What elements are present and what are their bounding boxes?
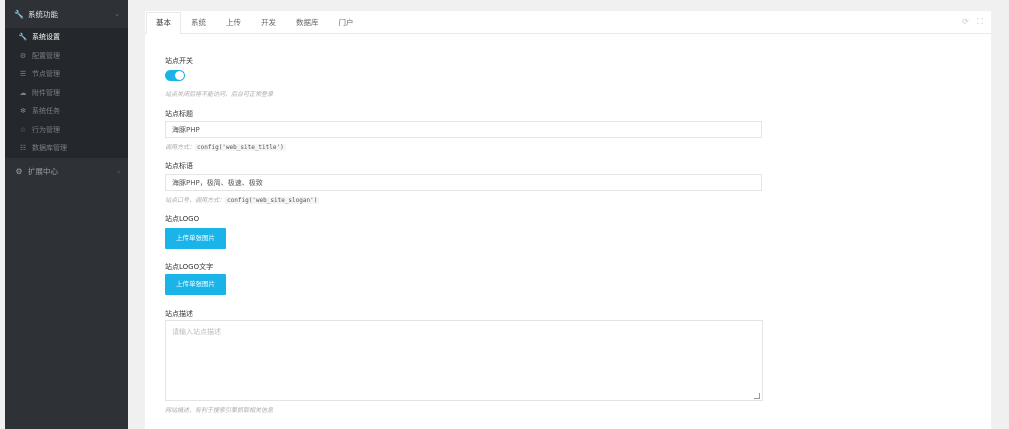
upload-logo-text-button[interactable]: 上传单张图片 <box>165 274 226 295</box>
site-slogan-label: 站点标语 <box>165 162 193 170</box>
refresh-icon[interactable]: ⟳ <box>962 17 969 26</box>
sidebar-item-label: 系统设置 <box>32 33 60 42</box>
wrench-icon: 🔧 <box>18 33 28 42</box>
sidebar-item-label: 系统任务 <box>32 107 60 116</box>
resize-handle[interactable] <box>754 393 760 399</box>
list-icon: ☰ <box>19 70 27 79</box>
upload-logo-button[interactable]: 上传单张图片 <box>165 228 226 249</box>
wrench-icon: 🔧 <box>14 9 24 19</box>
sidebar-item-nodes[interactable]: ☰ 节点管理 <box>5 65 128 84</box>
help-code: config('web_site_title') <box>195 144 286 151</box>
sidebar-item-tasks[interactable]: ✻ 系统任务 <box>5 102 128 121</box>
sidebar-item-label: 附件管理 <box>32 88 60 97</box>
site-title-label: 站点标题 <box>165 110 193 118</box>
tab-portal[interactable]: 门户 <box>329 12 364 33</box>
site-title-input[interactable]: 海豚PHP <box>165 121 762 138</box>
sidebar-item-attachments[interactable]: ☁ 附件管理 <box>5 84 128 103</box>
chevron-left-icon: ‹ <box>117 167 120 176</box>
chevron-down-icon: ⌄ <box>114 10 120 18</box>
help-prefix: 调用方式： <box>165 144 196 151</box>
sidebar-group-extensions[interactable]: ⚙ 扩展中心 ‹ <box>5 158 128 186</box>
site-switch-label: 站点开关 <box>165 57 193 65</box>
site-description-help: 网站描述，有利于搜索引擎抓取相关信息 <box>165 407 274 414</box>
sidebar-item-database[interactable]: ☷ 数据库管理 <box>5 139 128 158</box>
puzzle-icon: ⚙ <box>15 167 23 176</box>
site-title-help: 调用方式： config('web_site_title') <box>165 142 286 151</box>
site-slogan-input[interactable]: 海豚PHP，极简、极速、极致 <box>165 174 762 191</box>
site-switch-toggle[interactable] <box>165 70 185 81</box>
tab-database[interactable]: 数据库 <box>286 12 329 33</box>
tab-system[interactable]: 系统 <box>181 12 216 33</box>
site-switch-help: 站点关闭后将不能访问，后台可正常登录 <box>165 91 274 98</box>
help-code: config('web_site_slogan') <box>225 197 320 204</box>
help-prefix: 站点口号，调用方式： <box>165 197 226 204</box>
site-logo-text-label: 站点LOGO文字 <box>165 263 214 271</box>
sliders-icon: ✻ <box>20 107 26 116</box>
sidebar-item-label: 行为管理 <box>32 125 60 134</box>
tab-upload[interactable]: 上传 <box>216 12 251 33</box>
sidebar-item-actions[interactable]: ☆ 行为管理 <box>5 121 128 140</box>
site-description-label: 站点描述 <box>165 310 193 318</box>
sidebar-item-config[interactable]: ⚙ 配置管理 <box>5 47 128 66</box>
sidebar-item-label: 数据库管理 <box>32 144 67 153</box>
toggle-knob <box>175 71 184 80</box>
textarea-placeholder: 请输入站点描述 <box>172 328 221 336</box>
fullscreen-icon[interactable]: ⛶ <box>977 17 983 26</box>
sidebar-group-label: 扩展中心 <box>28 167 58 176</box>
settings-panel: 基本 系统 上传 开发 数据库 门户 ⟳ ⛶ 站点开关 站点关闭后将不能访问，后… <box>145 11 991 429</box>
sidebar: 🔧 系统功能 ⌄ 🔧 系统设置 ⚙ 配置管理 ☰ 节点管理 ☁ 附件管理 ✻ 系… <box>5 0 128 429</box>
sidebar-group-system[interactable]: 🔧 系统功能 ⌄ <box>5 0 128 28</box>
database-icon: ☷ <box>19 144 27 153</box>
site-logo-label: 站点LOGO <box>165 215 200 223</box>
sidebar-item-label: 节点管理 <box>32 70 60 79</box>
sidebar-item-system-settings[interactable]: 🔧 系统设置 <box>5 28 128 47</box>
site-description-textarea[interactable]: 请输入站点描述 <box>165 320 763 401</box>
sidebar-submenu: 🔧 系统设置 ⚙ 配置管理 ☰ 节点管理 ☁ 附件管理 ✻ 系统任务 ☆ 行为管… <box>5 28 128 158</box>
tab-develop[interactable]: 开发 <box>251 12 286 33</box>
panel-tools: ⟳ ⛶ <box>956 17 983 27</box>
tab-bar: 基本 系统 上传 开发 数据库 门户 ⟳ ⛶ <box>145 11 991 34</box>
star-icon: ☆ <box>19 125 27 134</box>
tab-basic[interactable]: 基本 <box>146 12 181 34</box>
cloud-icon: ☁ <box>19 88 27 97</box>
gear-icon: ⚙ <box>19 51 27 60</box>
sidebar-group-label: 系统功能 <box>28 9 58 19</box>
sidebar-item-label: 配置管理 <box>32 51 60 60</box>
site-slogan-help: 站点口号，调用方式： config('web_site_slogan') <box>165 195 320 204</box>
